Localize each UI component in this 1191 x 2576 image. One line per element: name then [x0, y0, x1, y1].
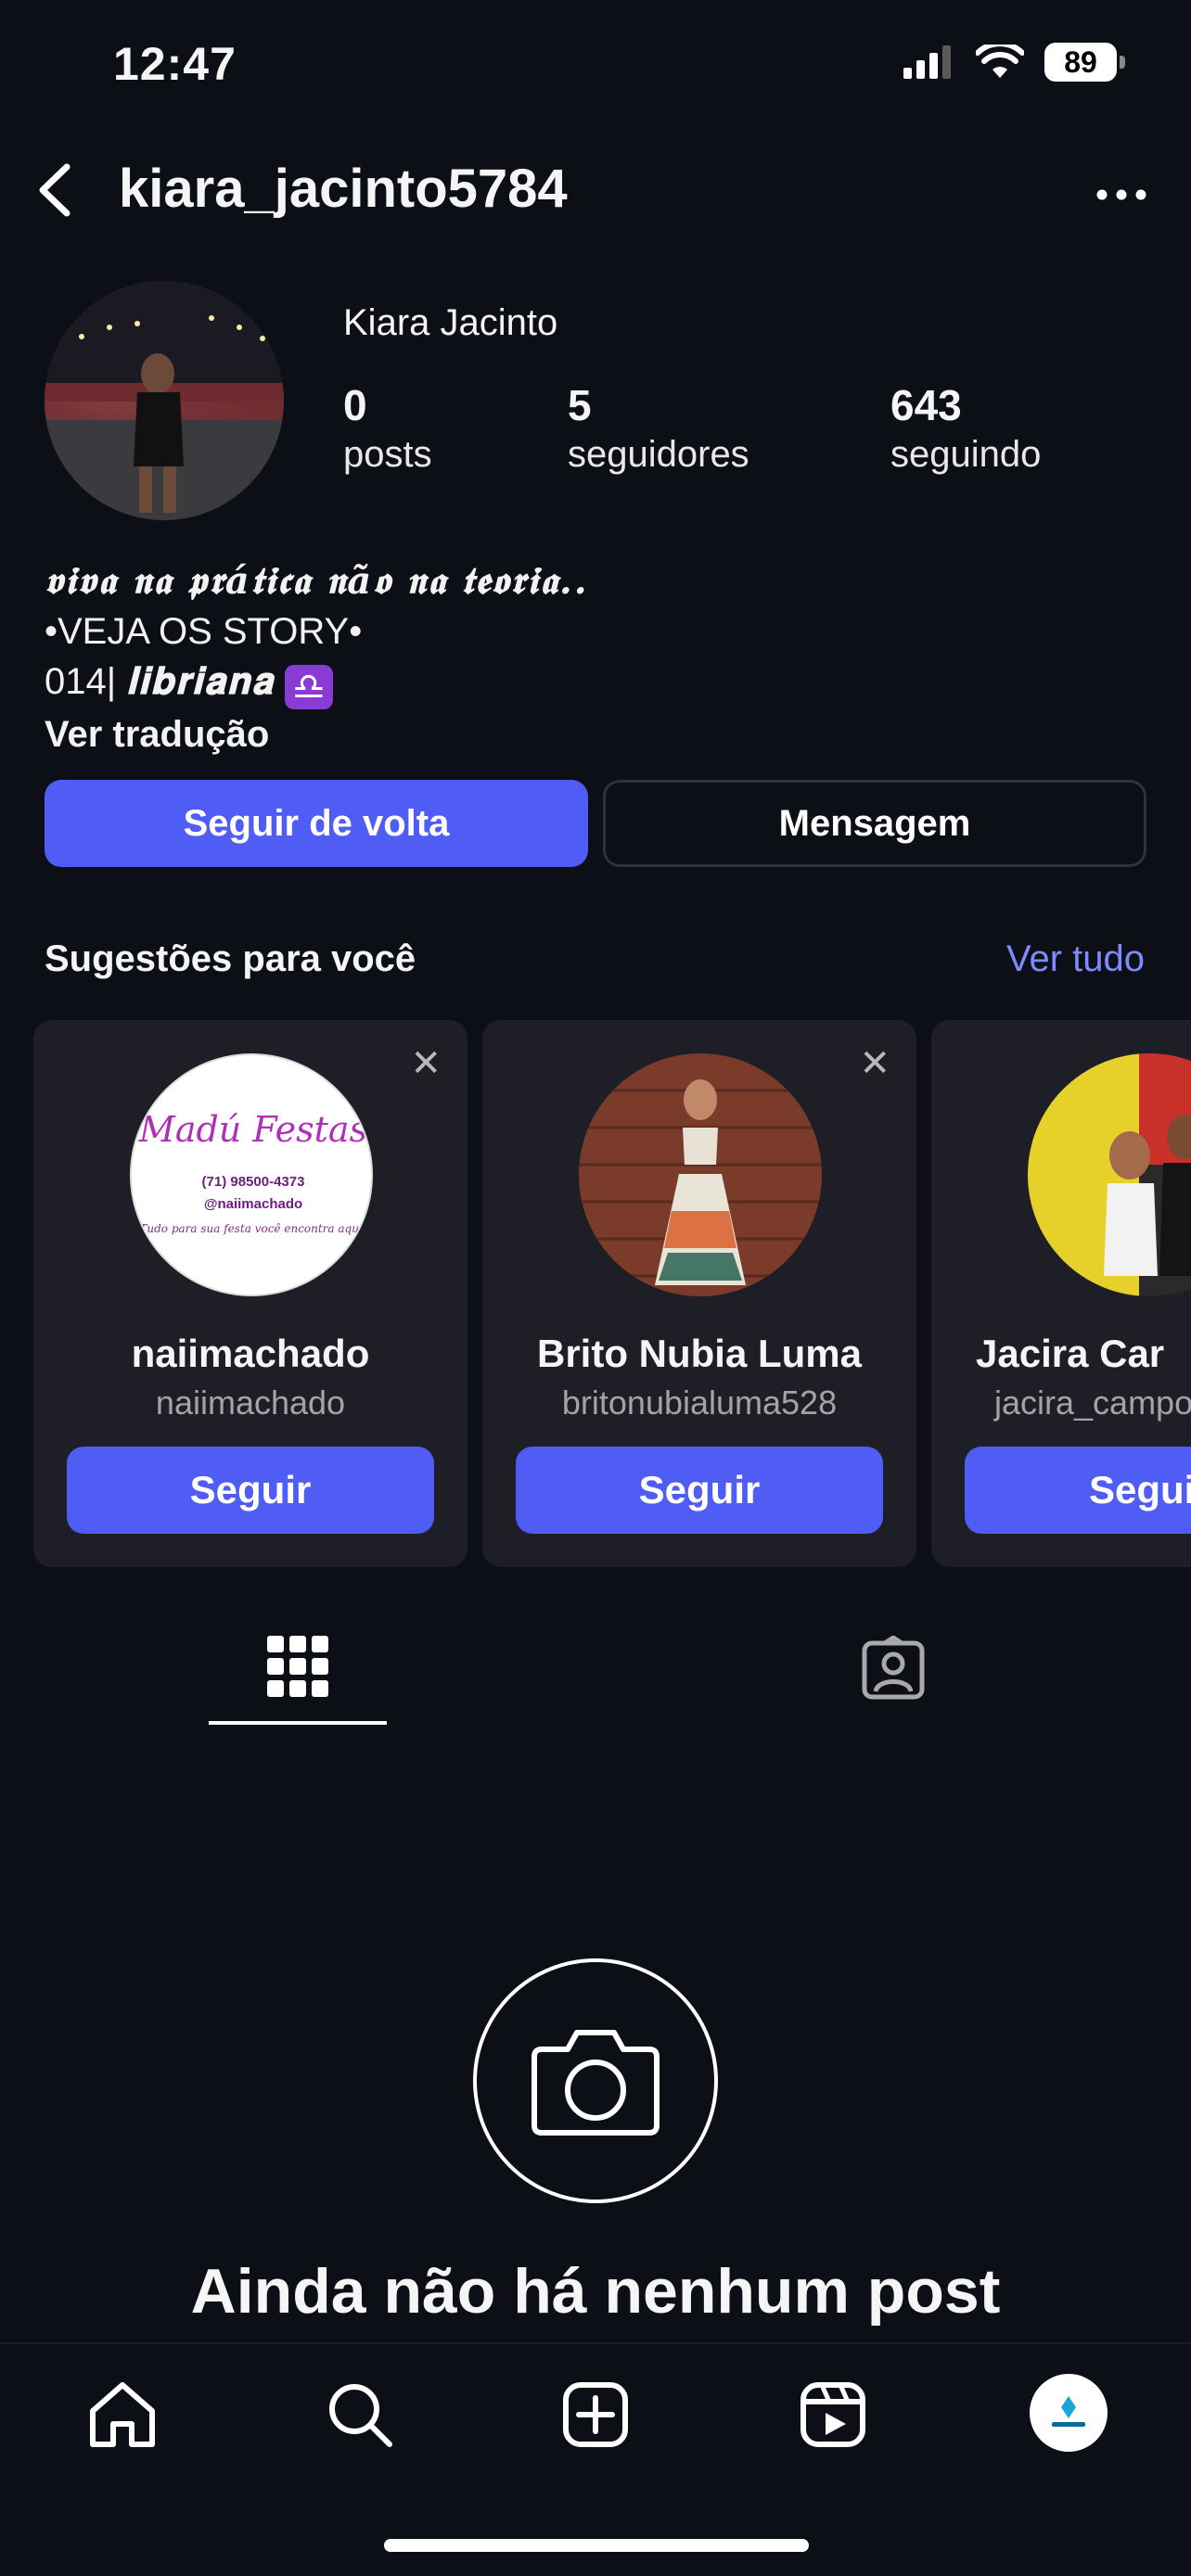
suggestions-title: Sugestões para você: [45, 938, 416, 979]
logo-phone: (71) 98500-4373: [201, 1174, 305, 1190]
bio-line-2: •VEJA OS STORY•: [45, 611, 363, 652]
suggestion-avatar[interactable]: [579, 1053, 822, 1296]
suggestion-card[interactable]: Jacira Car jacira_campo Segui: [931, 1020, 1191, 1567]
stat-following-label: seguindo: [890, 434, 1042, 475]
more-options-icon[interactable]: [1089, 167, 1154, 223]
search-icon[interactable]: [323, 2378, 397, 2452]
dismiss-icon[interactable]: ✕: [859, 1042, 890, 1085]
suggestion-card[interactable]: ✕ Madú Festas (71) 98500-4373 @naiimacha…: [33, 1020, 467, 1567]
follow-button[interactable]: Seguir: [516, 1447, 883, 1534]
dismiss-icon[interactable]: ✕: [410, 1042, 442, 1085]
wifi-icon: [976, 45, 1024, 78]
stat-posts-count: 0: [343, 381, 367, 429]
bio-line-3-prefix: 014|: [45, 661, 127, 702]
suggestion-handle: naiimachado: [155, 1384, 346, 1422]
bio-line-3-word: 𝐥𝐢𝐛𝐫𝐢𝐚𝐧𝐚: [126, 659, 275, 703]
profile-tab-avatar[interactable]: [1030, 2374, 1108, 2452]
home-icon[interactable]: [85, 2378, 160, 2452]
battery-indicator: 89: [1044, 43, 1125, 82]
see-translation-link[interactable]: Ver tradução: [45, 709, 589, 759]
camera-icon: [531, 2030, 660, 2136]
suggestion-name[interactable]: naiimachado: [33, 1332, 467, 1376]
status-icons: 89: [903, 43, 1125, 82]
see-all-link[interactable]: Ver tudo: [1006, 938, 1145, 980]
bio-line-1: 𝖛𝖎𝖛𝖆 𝖓𝖆 𝖕𝖗á𝖙𝖎𝖈𝖆 𝖓ã𝖔 𝖓𝖆 𝖙𝖊𝖔𝖗𝖎𝖆..: [45, 559, 589, 603]
grid-tab-icon[interactable]: [267, 1636, 328, 1697]
profile-bio: 𝖛𝖎𝖛𝖆 𝖓𝖆 𝖕𝖗á𝖙𝖎𝖈𝖆 𝖓ã𝖔 𝖓𝖆 𝖙𝖊𝖔𝖗𝖎𝖆.. •VEJA OS…: [45, 556, 589, 759]
home-indicator: [384, 2539, 809, 2552]
profile-username: kiara_jacinto5784: [119, 159, 568, 219]
stat-followers-label: seguidores: [568, 434, 749, 475]
stat-followers[interactable]: 5 seguidores: [568, 380, 749, 476]
suggestion-card[interactable]: ✕ Brito Nubia Luma britonubialuma528 Seg…: [482, 1020, 916, 1567]
bank-logo-icon: [1052, 2396, 1085, 2427]
follow-back-button[interactable]: Seguir de volta: [45, 780, 588, 867]
tagged-tab-icon[interactable]: [861, 1636, 926, 1701]
follow-button[interactable]: Seguir: [67, 1447, 434, 1534]
suggestion-photo: [579, 1053, 822, 1296]
stat-posts: 0 posts: [343, 380, 432, 476]
logo-instagram: @naiimachado: [203, 1196, 303, 1212]
bio-line-3: 014| 𝐥𝐢𝐛𝐫𝐢𝐚𝐧𝐚 ♎: [45, 657, 589, 709]
suggestion-avatar[interactable]: Madú Festas (71) 98500-4373 @naiimachado…: [130, 1053, 373, 1296]
message-button[interactable]: Mensagem: [603, 780, 1146, 867]
follow-button[interactable]: Segui: [965, 1447, 1191, 1534]
stat-followers-count: 5: [568, 381, 592, 429]
suggestion-photo: [1028, 1053, 1191, 1296]
empty-state-title: Ainda não há nenhum post: [190, 2256, 1001, 2327]
libra-emoji-icon: ♎: [284, 665, 333, 709]
status-time: 12:47: [113, 38, 237, 90]
avatar-photo: [45, 281, 284, 520]
stat-following-count: 643: [890, 381, 962, 429]
profile-full-name: Kiara Jacinto: [343, 302, 558, 343]
back-arrow-icon[interactable]: [28, 158, 83, 223]
stat-posts-label: posts: [343, 434, 432, 475]
madu-festas-logo-title: Madú Festas: [138, 1109, 368, 1150]
logo-tagline: Tudo para sua festa você encontra aqui!: [139, 1222, 367, 1235]
reels-icon[interactable]: [796, 2378, 870, 2452]
create-icon[interactable]: [558, 2378, 633, 2452]
suggestion-handle: jacira_campo: [994, 1384, 1191, 1422]
active-tab-indicator: [209, 1721, 387, 1725]
suggestion-handle: britonubialuma528: [561, 1384, 838, 1422]
suggestion-avatar[interactable]: [1028, 1053, 1191, 1296]
signal-icon: [903, 45, 951, 79]
suggestion-name[interactable]: Jacira Car: [976, 1332, 1191, 1376]
profile-avatar[interactable]: [45, 281, 284, 520]
suggestion-name[interactable]: Brito Nubia Luma: [482, 1332, 916, 1376]
stat-following[interactable]: 643 seguindo: [890, 380, 1041, 476]
